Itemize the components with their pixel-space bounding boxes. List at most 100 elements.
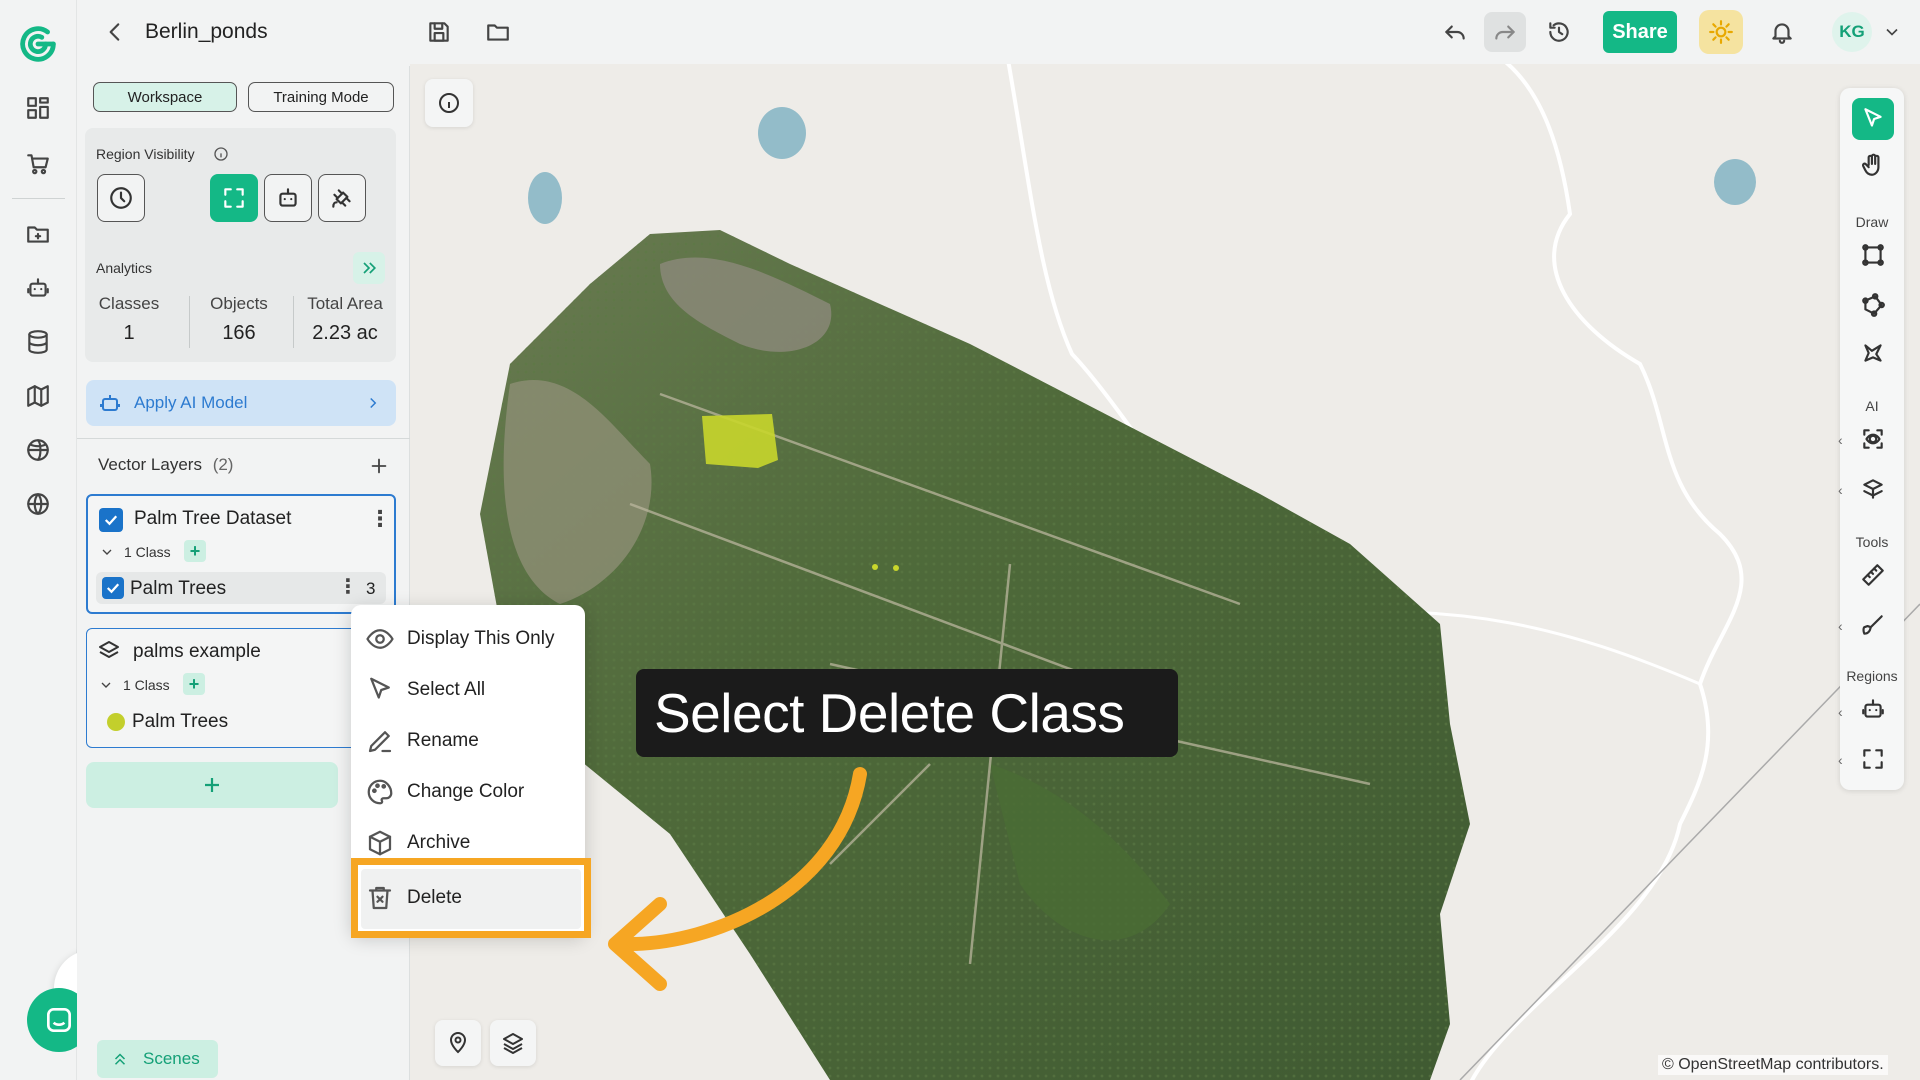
layer-card-palm-tree-dataset[interactable]: Palm Tree Dataset ⋮ 1 Class + Palm Trees… <box>86 494 396 614</box>
region-frame-button[interactable] <box>210 174 258 222</box>
class-row-palm-trees[interactable]: Palm Trees ⋮ 3 <box>96 572 386 604</box>
tab-training-mode[interactable]: Training Mode <box>248 82 394 112</box>
double-chevron-right-icon <box>363 262 377 274</box>
layer-name: Palm Tree Dataset <box>134 508 292 529</box>
share-button[interactable]: Share <box>1603 11 1677 53</box>
theme-toggle[interactable] <box>1699 10 1743 54</box>
class-name: Palm Trees <box>132 711 229 732</box>
info-icon[interactable] <box>213 146 229 162</box>
app-logo-icon[interactable] <box>12 18 64 70</box>
region-frame-tool-button[interactable] <box>1852 738 1894 780</box>
menu-item-rename[interactable]: Rename <box>365 721 479 761</box>
chevron-left-icon[interactable]: ‹ <box>1838 752 1843 768</box>
select-tool-button[interactable] <box>1852 98 1894 140</box>
history-button[interactable] <box>1539 12 1579 52</box>
open-folder-button[interactable] <box>478 12 518 52</box>
map-info-button[interactable] <box>425 79 473 127</box>
divider <box>77 438 410 439</box>
map-pin-icon <box>449 1032 467 1054</box>
box-icon <box>368 830 392 856</box>
draw-rectangle-button[interactable] <box>1852 234 1894 276</box>
menu-item-delete[interactable]: Delete <box>365 878 462 918</box>
history-icon <box>1549 22 1569 42</box>
class-more-icon[interactable]: ⋮ <box>338 574 358 599</box>
analytics-expand-button[interactable] <box>353 252 385 284</box>
chevron-down-icon[interactable] <box>99 544 115 560</box>
database-icon[interactable] <box>18 322 58 362</box>
layers-toggle-button[interactable] <box>490 1020 536 1066</box>
location-button[interactable] <box>435 1020 481 1066</box>
class-badge: 3 <box>366 579 376 598</box>
folder-icon[interactable] <box>18 214 58 254</box>
pond <box>758 107 806 159</box>
ai-eye-icon <box>1863 429 1883 449</box>
draw-polygon-button[interactable] <box>1852 284 1894 326</box>
map-icon[interactable] <box>18 376 58 416</box>
brush-tool-button[interactable] <box>1852 604 1894 646</box>
redo-button[interactable] <box>1484 12 1526 52</box>
ai-detect-button[interactable] <box>1852 418 1894 460</box>
region-satellite-button[interactable] <box>318 174 366 222</box>
layer-checkbox[interactable] <box>99 508 123 532</box>
layer-more-icon[interactable]: ⋮ <box>369 506 391 532</box>
cart-icon[interactable] <box>18 144 58 184</box>
stat-classes-value: 1 <box>123 322 135 344</box>
layers-icon <box>503 1033 523 1054</box>
add-class-button[interactable]: + <box>184 540 206 562</box>
menu-item-label: Archive <box>407 832 471 853</box>
back-button[interactable] <box>95 12 135 52</box>
user-menu[interactable]: KG <box>1832 12 1914 52</box>
robot-icon <box>1862 699 1884 718</box>
region-ai-button[interactable] <box>264 174 312 222</box>
notifications-button[interactable] <box>1762 12 1802 52</box>
layer-card-palms-example[interactable]: palms example 1 Class + Palm Trees <box>86 628 396 748</box>
analytics-card: Analytics Classes 1 Objects 166 Total Ar… <box>85 242 396 362</box>
menu-item-change-color[interactable]: Change Color <box>365 772 524 812</box>
brush-icon <box>1862 615 1883 635</box>
menu-item-select-all[interactable]: Select All <box>365 670 485 710</box>
globe-grid-icon[interactable] <box>18 430 58 470</box>
map-layer <box>480 64 1920 1080</box>
stat-area-label: Total Area <box>307 294 383 313</box>
chevron-left-icon[interactable]: ‹ <box>1838 618 1843 634</box>
vector-layers-label: Vector Layers <box>98 455 202 474</box>
ai-segment-button[interactable] <box>1852 468 1894 510</box>
tab-workspace[interactable]: Workspace <box>93 82 237 112</box>
stat-objects-label: Objects <box>210 294 268 313</box>
add-vector-layer-button[interactable] <box>86 762 338 808</box>
chevron-down-icon[interactable] <box>98 677 114 693</box>
freeform-draw-icon <box>1864 344 1882 362</box>
menu-item-display-this-only[interactable]: Display This Only <box>365 619 554 659</box>
layer-class-count: 1 Class <box>123 677 170 693</box>
add-class-button[interactable]: + <box>183 673 205 695</box>
undo-button[interactable] <box>1434 12 1476 52</box>
palm-cluster <box>702 414 778 468</box>
save-button[interactable] <box>419 12 459 52</box>
chevron-down-icon <box>1886 28 1898 36</box>
robot-icon[interactable] <box>18 268 58 308</box>
region-ai-tool-button[interactable] <box>1852 688 1894 730</box>
plus-icon <box>205 778 219 792</box>
menu-item-label: Rename <box>407 730 479 751</box>
pan-tool-button[interactable] <box>1852 144 1894 186</box>
check-icon <box>104 515 118 526</box>
chevron-left-icon[interactable]: ‹ <box>1838 704 1843 720</box>
class-checkbox[interactable] <box>102 577 124 599</box>
map-canvas[interactable]: © OpenStreetMap contributors. <box>410 64 1920 1080</box>
add-layer-button[interactable] <box>364 451 394 481</box>
menu-item-label: Delete <box>407 887 462 908</box>
globe-icon[interactable] <box>18 484 58 524</box>
measure-tool-button[interactable] <box>1852 554 1894 596</box>
avatar: KG <box>1832 12 1872 52</box>
dashboard-icon[interactable] <box>18 88 58 128</box>
chevron-left-icon[interactable]: ‹ <box>1838 482 1843 498</box>
scenes-button[interactable]: Scenes <box>97 1040 218 1078</box>
region-history-button[interactable] <box>97 174 145 222</box>
menu-item-archive[interactable]: Archive <box>365 823 470 863</box>
bell-icon <box>1772 23 1792 44</box>
map-attribution[interactable]: © OpenStreetMap contributors. <box>1658 1055 1888 1075</box>
class-context-menu: Display This Only Select All Rename Chan… <box>351 605 591 938</box>
draw-freeform-button[interactable] <box>1852 332 1894 374</box>
chevron-left-icon[interactable]: ‹ <box>1838 432 1843 448</box>
apply-ai-model-button[interactable]: Apply AI Model <box>86 380 396 426</box>
